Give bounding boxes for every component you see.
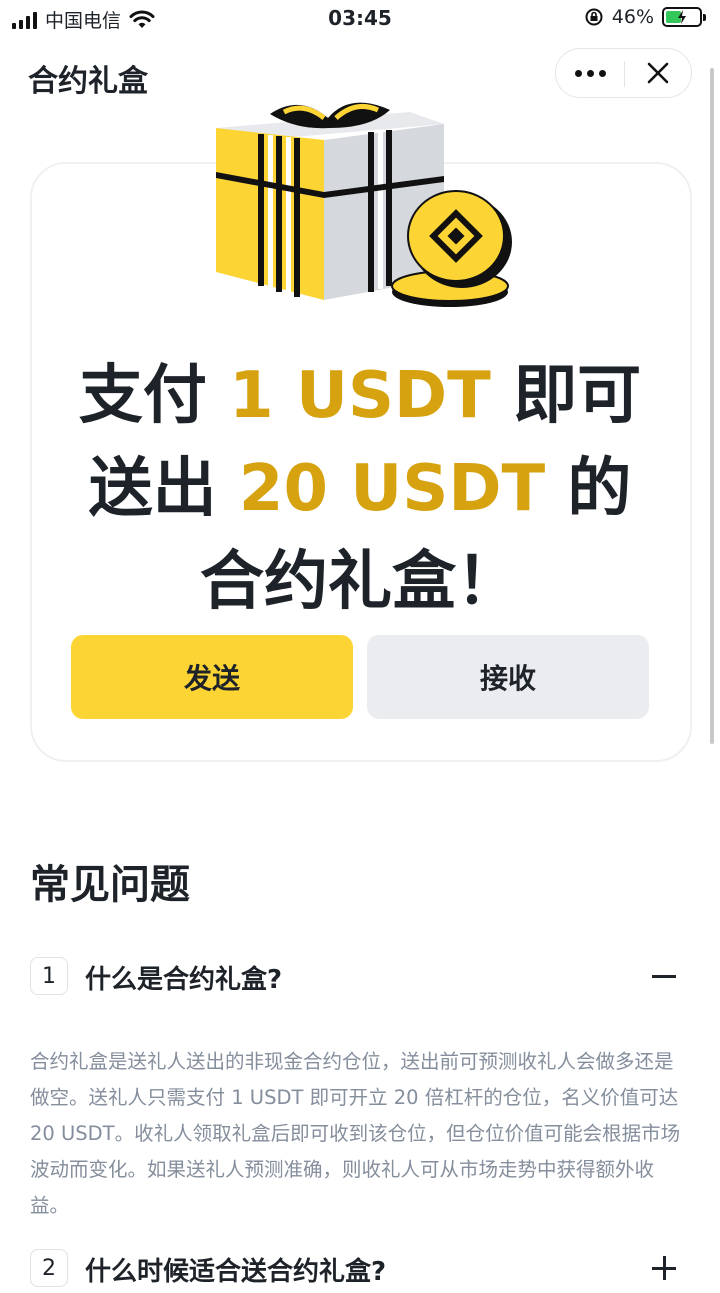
headline-line-2: 送出 20 USDT 的: [88, 452, 632, 526]
faq-item-number: 1: [30, 957, 68, 995]
page-title: 合约礼盒: [28, 64, 148, 99]
miniprogram-capsule: [555, 48, 692, 98]
more-dots-icon: [574, 69, 582, 77]
gift-amount: 20 USDT: [238, 452, 546, 526]
expand-icon[interactable]: [652, 1249, 676, 1287]
status-bar: 中国电信 03:45 46%: [0, 0, 720, 36]
faq-question: 什么时候适合送合约礼盒?: [85, 1257, 387, 1287]
collapse-icon[interactable]: [652, 957, 676, 995]
faq-answer: 合约礼盒是送礼人送出的非现金合约仓位，送出前可预测收礼人会做多还是做空。送礼人只…: [30, 1050, 681, 1217]
close-icon: [647, 62, 669, 84]
headline-line-3: 合约礼盒！: [200, 545, 520, 619]
scrollbar[interactable]: [710, 68, 714, 744]
send-button[interactable]: 发送: [71, 635, 353, 719]
hero-headline: 支付 1 USDT 即可 送出 20 USDT 的 合约礼盒！: [0, 350, 720, 629]
close-button[interactable]: [625, 49, 691, 97]
faq-item-1-header[interactable]: 1 什么是合约礼盒?: [30, 957, 690, 1001]
pay-amount: 1 USDT: [229, 359, 491, 433]
faq-item-number: 2: [30, 1249, 68, 1287]
faq-item-2-header[interactable]: 2 什么时候适合送合约礼盒?: [30, 1249, 690, 1293]
gift-box-illustration: [216, 102, 512, 307]
more-button[interactable]: [556, 49, 624, 97]
faq-title: 常见问题: [30, 862, 190, 908]
receive-button[interactable]: 接收: [367, 635, 649, 719]
headline-line-1: 支付 1 USDT 即可: [78, 359, 642, 433]
status-right: 46%: [584, 6, 706, 28]
faq-question: 什么是合约礼盒?: [85, 965, 283, 995]
orientation-lock-icon: [585, 8, 603, 26]
battery-icon: [662, 7, 706, 27]
battery-percent: 46%: [611, 6, 654, 28]
